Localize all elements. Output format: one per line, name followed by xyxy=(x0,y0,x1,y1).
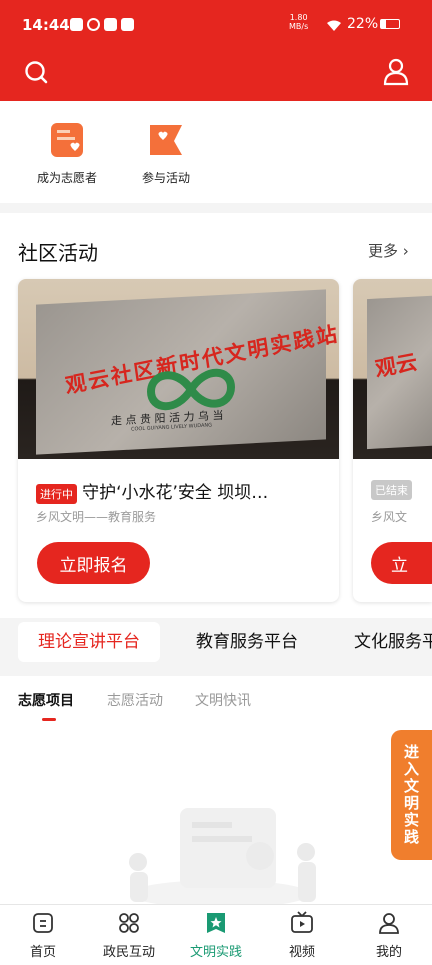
activity-card[interactable]: 观云 已结束 乡风文 立 xyxy=(353,279,432,602)
status-badge: 进行中 xyxy=(36,483,77,504)
nav-label: 首页 xyxy=(29,945,56,960)
sign-board: 观云社区新时代文明实践站 走 点 贵 阳 活 力 乌 当 COOL GUIYAN… xyxy=(36,289,339,455)
signup-button[interactable]: 立即报名 xyxy=(37,542,150,584)
card-title: 守护‘小水花’安全 坝坝… xyxy=(82,483,269,503)
card-title-row: 进行中 守护‘小水花’安全 坝坝… xyxy=(36,478,331,504)
status-badge: 已结束 xyxy=(371,480,412,500)
battery-level: 22% xyxy=(347,16,379,32)
sign-board: 观云 xyxy=(367,294,432,450)
enter-practice-side-tab[interactable]: 进入文明实践 xyxy=(391,730,432,860)
tv-icon xyxy=(291,911,313,933)
subtab-volunteer-projects[interactable]: 志愿项目 xyxy=(18,690,74,710)
nav-label: 文明实践 xyxy=(189,945,242,960)
card-subtitle: 乡风文明——教育服务 xyxy=(36,510,157,524)
nav-label: 视频 xyxy=(288,945,315,960)
nav-label: 我的 xyxy=(375,945,402,960)
status-time: 14:44 xyxy=(22,16,70,34)
activity-photo: 观云 xyxy=(353,279,432,459)
sign-text: 观云 xyxy=(373,349,419,382)
flag-heart-icon xyxy=(146,121,186,159)
star-badge-icon xyxy=(207,913,225,933)
volunteer-card-icon xyxy=(49,121,85,159)
app-header: 14:44 1.80 MB/s 22% xyxy=(0,0,432,101)
card-subtitle: 乡风文 xyxy=(371,510,408,524)
tab-culture-platform[interactable]: 文化服务平 xyxy=(334,622,432,662)
entry-label: 成为志愿者 xyxy=(36,171,97,185)
section-title: 社区活动 xyxy=(18,241,98,265)
net-speed: 1.80 MB/s xyxy=(289,13,309,31)
nav-interaction[interactable]: 政民互动 xyxy=(86,911,172,960)
tab-education-platform[interactable]: 教育服务平台 xyxy=(176,622,318,662)
notification-icons xyxy=(70,16,134,35)
activity-card[interactable]: 观云社区新时代文明实践站 走 点 贵 阳 活 力 乌 当 COOL GUIYAN… xyxy=(18,279,339,602)
nav-mine[interactable]: 我的 xyxy=(346,911,432,960)
chevron-right-icon: › xyxy=(398,242,409,260)
project-content: 志愿项目 志愿活动 文明快讯 xyxy=(0,676,432,904)
subtab-volunteer-activities[interactable]: 志愿活动 xyxy=(107,690,163,710)
subtab-civilization-news[interactable]: 文明快讯 xyxy=(195,690,251,710)
activity-photo: 观云社区新时代文明实践站 走 点 贵 阳 活 力 乌 当 COOL GUIYAN… xyxy=(18,279,339,459)
nav-civilization-practice[interactable]: 文明实践 xyxy=(173,911,259,960)
grid-icon xyxy=(119,913,139,933)
home-icon xyxy=(33,913,53,933)
user-icon[interactable] xyxy=(383,58,409,86)
signup-button[interactable]: 立 xyxy=(371,542,432,584)
quick-entries: 成为志愿者 参与活动 xyxy=(0,101,432,203)
nav-label: 政民互动 xyxy=(102,945,155,960)
entry-become-volunteer[interactable]: 成为志愿者 xyxy=(12,121,122,186)
active-tab-indicator xyxy=(42,718,56,721)
tab-theory-platform[interactable]: 理论宣讲平台 xyxy=(18,622,160,662)
battery-icon xyxy=(380,19,400,29)
nav-video[interactable]: 视频 xyxy=(259,911,345,960)
more-link[interactable]: 更多 › xyxy=(368,240,409,261)
bottom-nav: 首页 政民互动 文明实践 视频 我的 xyxy=(0,904,432,965)
empty-state-illustration xyxy=(129,808,316,904)
entry-join-activity[interactable]: 参与活动 xyxy=(111,121,221,186)
platform-tabs: 理论宣讲平台 教育服务平台 文化服务平 xyxy=(0,618,432,676)
entry-label: 参与活动 xyxy=(141,171,190,185)
search-icon[interactable] xyxy=(24,60,50,86)
nav-home[interactable]: 首页 xyxy=(0,911,86,960)
profile-icon xyxy=(379,913,399,934)
community-section: 社区活动 更多 › 观云社区新时代文明实践站 走 点 贵 阳 活 力 乌 当 C… xyxy=(0,213,432,618)
wifi-icon xyxy=(326,17,342,31)
